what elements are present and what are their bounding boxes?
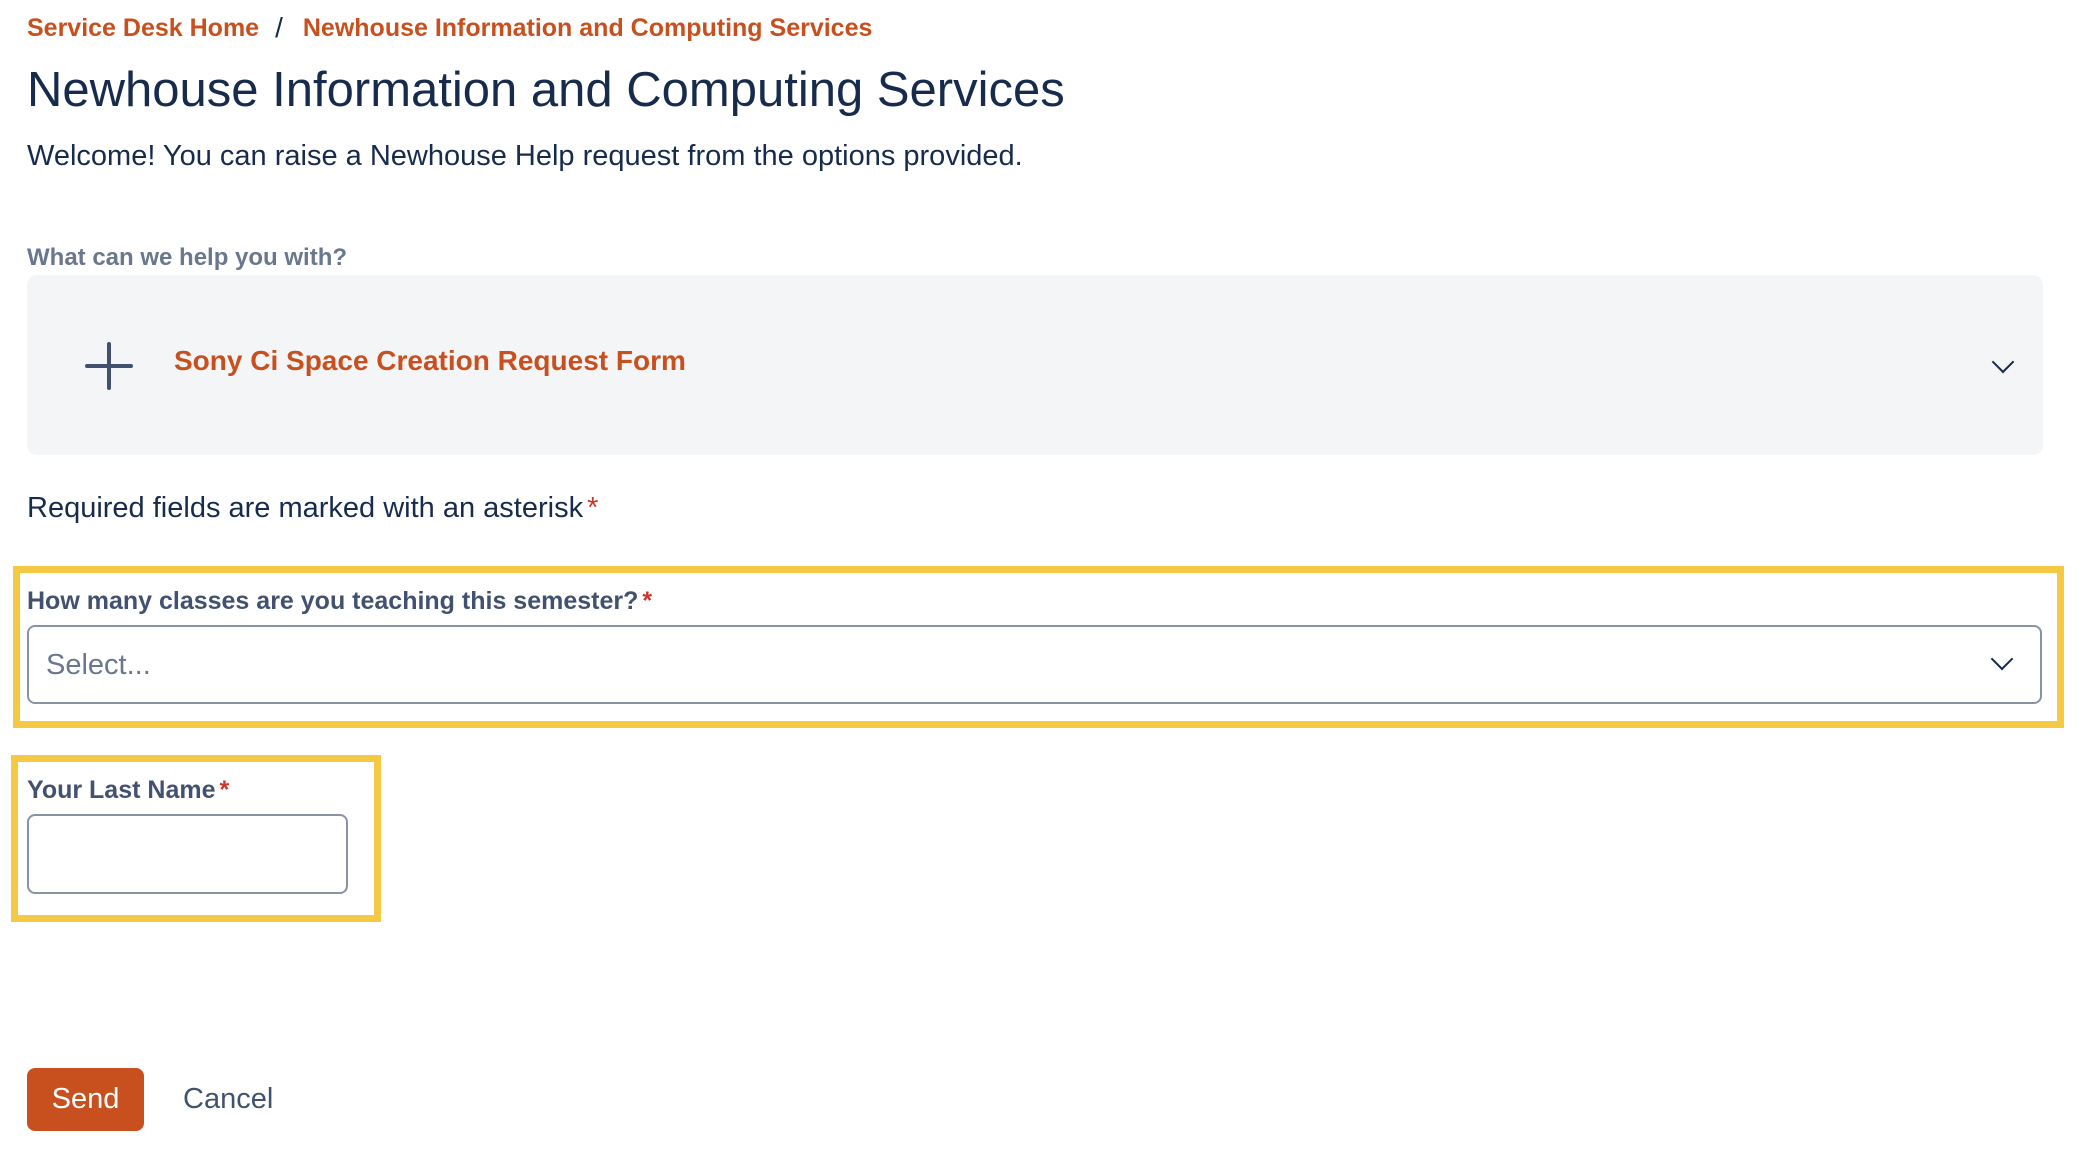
classes-field-label-text: How many classes are you teaching this s…	[27, 587, 639, 615]
plus-icon	[85, 342, 133, 390]
welcome-message: Welcome! You can raise a Newhouse Help r…	[27, 140, 1023, 172]
breadcrumb-separator: /	[275, 12, 283, 43]
breadcrumb-link-current[interactable]: Newhouse Information and Computing Servi…	[303, 14, 873, 43]
breadcrumb: Service Desk Home / Newhouse Information…	[27, 12, 872, 44]
service-desk-request-page: Service Desk Home / Newhouse Information…	[0, 0, 2082, 1156]
required-fields-note: Required fields are marked with an aster…	[27, 492, 598, 525]
classes-field-label: How many classes are you teaching this s…	[27, 587, 652, 616]
required-asterisk: *	[587, 492, 599, 524]
breadcrumb-link-home[interactable]: Service Desk Home	[27, 14, 259, 43]
send-button[interactable]: Send	[27, 1068, 144, 1131]
request-type-title: Sony Ci Space Creation Request Form	[174, 345, 686, 376]
cancel-button[interactable]: Cancel	[170, 1068, 286, 1131]
last-name-input[interactable]	[27, 814, 348, 894]
classes-select-placeholder: Select...	[46, 649, 151, 681]
required-asterisk: *	[219, 776, 230, 804]
last-name-field-label-text: Your Last Name	[27, 776, 216, 804]
required-asterisk: *	[642, 587, 653, 615]
page-title: Newhouse Information and Computing Servi…	[27, 63, 1065, 117]
required-note-text: Required fields are marked with an aster…	[27, 492, 584, 524]
chevron-down-icon[interactable]	[1990, 647, 2014, 671]
chevron-down-icon[interactable]	[1991, 350, 2015, 374]
request-type-label: What can we help you with?	[27, 244, 348, 271]
last-name-field-label: Your Last Name *	[27, 776, 229, 805]
request-type-selector[interactable]: Sony Ci Space Creation Request Form	[27, 275, 2043, 455]
classes-select[interactable]: Select...	[27, 625, 2042, 704]
